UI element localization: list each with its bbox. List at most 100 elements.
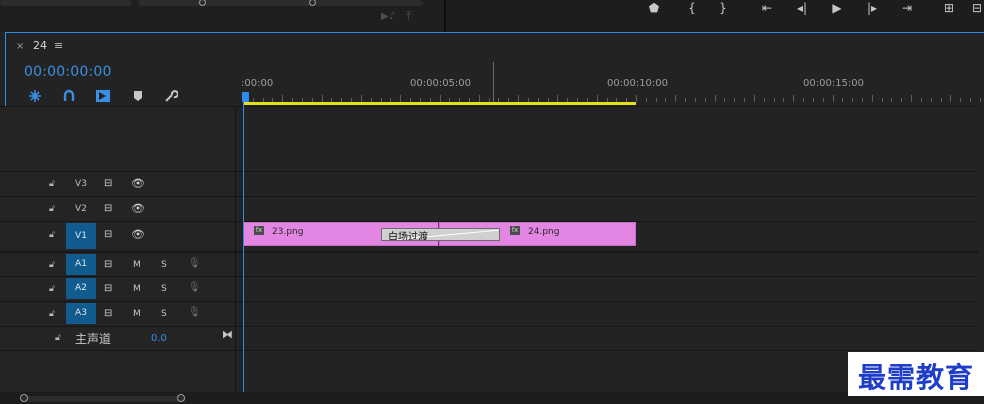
ruler-tick [705, 98, 706, 102]
lock-icon[interactable]: 🔓︎ [49, 204, 55, 214]
insert-icon[interactable]: ▶♪ [381, 11, 395, 22]
ruler-tick [872, 95, 873, 102]
transition-dip-to-white[interactable]: 白场过渡 [381, 228, 500, 241]
master-volume-value[interactable]: 0.0 [151, 333, 167, 344]
microphone-icon[interactable]: 🎙︎ [188, 258, 201, 269]
source-panel-footer: ▶♪ ⤒ [0, 0, 446, 32]
track-target-a1[interactable]: A1 [66, 254, 96, 275]
ruler-tick [783, 98, 784, 102]
zoom-right-handle[interactable] [309, 0, 316, 6]
playhead-line [243, 100, 244, 392]
scroll-left-handle[interactable] [20, 394, 28, 402]
track-body-a2[interactable] [237, 277, 978, 301]
fx-badge: fx [510, 226, 520, 235]
add-marker-icon[interactable] [129, 87, 147, 105]
lock-icon[interactable]: 🔓︎ [49, 260, 55, 270]
playhead-handle[interactable] [242, 92, 249, 102]
solo-button[interactable]: S [161, 284, 167, 294]
zoom-left-handle[interactable] [199, 0, 206, 6]
extract-icon[interactable]: ⊟ [968, 0, 984, 16]
sync-lock-icon[interactable]: ⊟ [104, 283, 112, 294]
mute-button[interactable]: M [133, 309, 141, 319]
source-zoom-track[interactable] [138, 0, 423, 6]
track-target-v2[interactable]: V2 [66, 204, 96, 214]
microphone-icon[interactable]: 🎙︎ [188, 282, 201, 293]
ruler-tick [882, 98, 883, 102]
out-point-icon[interactable]: } [714, 0, 732, 16]
ruler-tick [980, 98, 981, 102]
track-row-v3: 🔓︎ V3 ⊟ 👁︎ [0, 171, 978, 196]
track-target-v1[interactable]: V1 [66, 223, 96, 249]
sync-lock-icon[interactable]: ⊟ [104, 229, 112, 240]
ruler-cursor-line [493, 62, 494, 102]
track-header-v1: 🔓︎ V1 ⊟ 👁︎ [0, 222, 236, 251]
sync-lock-icon[interactable]: ⊟ [104, 259, 112, 270]
source-scroll-track[interactable] [0, 0, 132, 6]
close-tab-icon[interactable]: × [16, 41, 24, 52]
track-header-v3: 🔓︎ V3 ⊟ 👁︎ [0, 172, 236, 196]
go-to-end-icon[interactable]: ⧓ [222, 328, 233, 341]
scroll-right-handle[interactable] [177, 394, 185, 402]
track-body-v2[interactable] [237, 197, 978, 221]
marker-icon[interactable]: ⬟ [645, 0, 663, 16]
solo-button[interactable]: S [161, 260, 167, 270]
track-row-a3: 🔓︎ A3 ⊟ M S 🎙︎ [0, 301, 978, 326]
track-target-a3[interactable]: A3 [66, 303, 96, 324]
play-icon[interactable]: ▶ [828, 0, 846, 16]
go-to-out-icon[interactable]: ⇥ [898, 0, 916, 16]
track-body-a3[interactable] [237, 302, 978, 326]
lock-icon[interactable]: 🔓︎ [49, 309, 55, 319]
go-to-in-icon[interactable]: ⇤ [758, 0, 776, 16]
timeline-zoom-scrollbar[interactable] [21, 396, 186, 402]
track-row-master [0, 326, 978, 350]
in-point-icon[interactable]: { [683, 0, 701, 16]
mute-button[interactable]: M [133, 284, 141, 294]
snap-icon[interactable] [26, 87, 44, 105]
ruler-tick [921, 98, 922, 102]
track-header-spacer [0, 351, 236, 392]
sync-lock-icon[interactable]: ⊟ [104, 178, 112, 189]
lock-icon[interactable]: 🔓︎ [49, 230, 55, 240]
fx-badge: fx [254, 226, 264, 235]
playhead-timecode[interactable]: 00:00:00:00 [24, 64, 112, 80]
ruler-tick [282, 95, 283, 102]
lock-icon[interactable]: 🔓︎ [49, 284, 55, 294]
insert-overwrite-icon[interactable] [94, 87, 112, 105]
time-ruler[interactable]: :00:00 00:00:05:00 00:00:10:00 00:00:15:… [241, 62, 984, 106]
wrench-icon[interactable] [162, 87, 180, 105]
lock-icon[interactable]: 🔓︎ [55, 333, 61, 343]
eye-icon[interactable]: 👁︎ [131, 177, 145, 190]
lock-icon[interactable]: 🔓︎ [49, 179, 55, 189]
work-area-bar[interactable] [243, 102, 636, 105]
ruler-tick [950, 95, 951, 102]
solo-button[interactable]: S [161, 309, 167, 319]
ruler-tick [322, 95, 323, 102]
track-row-a2: 🔓︎ A2 ⊟ M S 🎙︎ [0, 276, 978, 301]
ruler-tick [941, 98, 942, 102]
panel-menu-icon[interactable]: ≡ [54, 39, 63, 52]
track-target-a2[interactable]: A2 [66, 278, 96, 299]
ruler-tick [734, 98, 735, 102]
mute-button[interactable]: M [133, 260, 141, 270]
clip-name: 24.png [528, 227, 560, 237]
eye-icon[interactable]: 👁︎ [131, 202, 145, 215]
ruler-tick [833, 95, 834, 102]
ruler-tick [793, 95, 794, 102]
linked-selection-icon[interactable] [60, 87, 78, 105]
sync-lock-icon[interactable]: ⊟ [104, 308, 112, 319]
track-body-master[interactable] [237, 327, 978, 350]
track-body-a1[interactable] [237, 253, 978, 276]
step-forward-icon[interactable]: |▸ [863, 0, 881, 16]
microphone-icon[interactable]: 🎙︎ [188, 307, 201, 318]
track-body-v3[interactable] [237, 172, 978, 196]
timeline-top-empty [0, 106, 978, 171]
step-back-icon[interactable]: ◂| [793, 0, 811, 16]
sync-lock-icon[interactable]: ⊟ [104, 203, 112, 214]
track-target-v3[interactable]: V3 [66, 179, 96, 189]
ruler-label: 00:00:15:00 [803, 78, 865, 89]
watermark-logo: 最需教育 [858, 361, 975, 394]
lift-icon[interactable]: ⊞ [940, 0, 958, 16]
sequence-tab-title[interactable]: 24 [33, 39, 47, 52]
overwrite-icon[interactable]: ⤒ [406, 9, 411, 24]
eye-icon[interactable]: 👁︎ [131, 228, 145, 241]
